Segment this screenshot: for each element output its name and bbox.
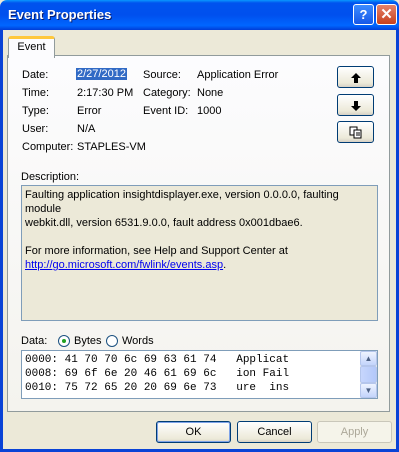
- window-border-left: [0, 30, 3, 452]
- scroll-thumb[interactable]: [360, 366, 377, 383]
- arrow-down-icon: [350, 100, 361, 111]
- time-label: Time:: [22, 87, 50, 99]
- cancel-button[interactable]: Cancel: [237, 421, 312, 443]
- description-label: Description:: [21, 171, 80, 183]
- apply-button: Apply: [317, 421, 392, 443]
- close-button[interactable]: ✕: [376, 4, 397, 25]
- window-title: Event Properties: [8, 7, 112, 22]
- bytes-label[interactable]: Bytes: [74, 335, 102, 347]
- time-value[interactable]: 2:17:30 PM: [77, 87, 133, 99]
- hex-line: 0000: 41 70 70 6c 69 63 61 74 Applicat: [25, 354, 290, 366]
- words-label[interactable]: Words: [122, 335, 154, 347]
- title-bar[interactable]: Event Properties ? ✕: [0, 0, 399, 30]
- description-line-3: For more information, see Help and Suppo…: [25, 245, 288, 257]
- type-label: Type:: [22, 105, 49, 117]
- copy-icon: [349, 126, 361, 139]
- scroll-down-icon[interactable]: ▼: [360, 383, 377, 398]
- vertical-scrollbar[interactable]: ▲ ▼: [360, 351, 377, 398]
- source-value[interactable]: Application Error: [197, 69, 278, 81]
- user-value[interactable]: N/A: [77, 123, 95, 135]
- hex-line: 0008: 69 6f 6e 20 46 61 69 6c ion Fail: [25, 368, 290, 380]
- source-label: Source:: [143, 69, 181, 81]
- category-label: Category:: [143, 87, 191, 99]
- description-line-1: Faulting application insightdisplayer.ex…: [25, 189, 339, 215]
- words-radio[interactable]: [106, 335, 118, 347]
- type-value[interactable]: Error: [77, 105, 101, 117]
- tab-event[interactable]: Event: [8, 36, 55, 58]
- arrow-up-icon: [350, 72, 361, 83]
- link-suffix: .: [223, 259, 227, 271]
- hex-line: 0010: 75 72 65 20 20 69 6e 73 ure ins: [25, 382, 290, 394]
- next-event-button[interactable]: [337, 94, 374, 116]
- data-hex-box[interactable]: 0000: 41 70 70 6c 69 63 61 74 Applicat 0…: [21, 350, 378, 399]
- bytes-radio[interactable]: [58, 335, 70, 347]
- date-label: Date:: [22, 69, 49, 81]
- previous-event-button[interactable]: [337, 66, 374, 88]
- event-id-value[interactable]: 1000: [197, 105, 221, 117]
- copy-button[interactable]: [337, 121, 374, 143]
- user-label: User:: [22, 123, 49, 135]
- ok-button[interactable]: OK: [156, 421, 231, 443]
- computer-value[interactable]: STAPLES-VM: [77, 141, 146, 153]
- help-button[interactable]: ?: [353, 4, 374, 25]
- computer-label: Computer:: [22, 141, 74, 153]
- description-box[interactable]: Faulting application insightdisplayer.ex…: [21, 185, 378, 321]
- category-value[interactable]: None: [197, 87, 223, 99]
- description-line-2: webkit.dll, version 6531.9.0.0, fault ad…: [25, 217, 303, 229]
- help-link[interactable]: http://go.microsoft.com/fwlink/events.as…: [25, 259, 223, 271]
- data-label: Data:: [21, 335, 48, 347]
- date-value[interactable]: 2/27/2012: [76, 68, 127, 80]
- scroll-up-icon[interactable]: ▲: [360, 351, 377, 366]
- event-id-label: Event ID:: [143, 105, 189, 117]
